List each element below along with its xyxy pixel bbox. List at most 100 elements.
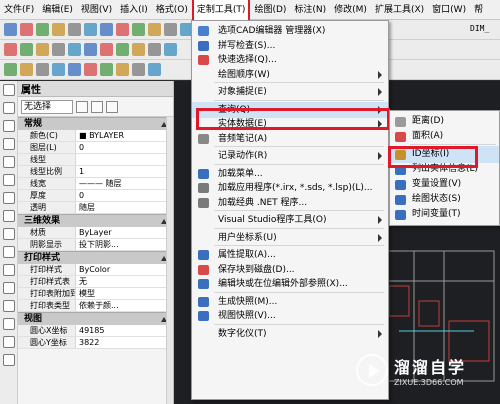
menu-1[interactable]: 编辑(E) [38, 0, 77, 20]
toolbar-button-icon[interactable] [132, 63, 145, 76]
menu-item[interactable]: Visual Studio程序工具(O) [192, 212, 388, 228]
draw-tool-icon[interactable] [3, 120, 15, 132]
group-header[interactable]: 三维效果 [18, 214, 173, 227]
toolbar-button-icon[interactable] [116, 43, 129, 56]
menu-item[interactable]: 编辑块或在位编辑外部参照(X)... [192, 276, 388, 292]
toolbar-button-icon[interactable] [52, 63, 65, 76]
menu-item[interactable]: 加载经典 .NET 程序... [192, 195, 388, 211]
draw-tool-icon[interactable] [3, 246, 15, 258]
draw-tool-icon[interactable] [3, 156, 15, 168]
select-objects-icon[interactable] [91, 100, 103, 113]
submenu-item[interactable]: 时间变量(T) [390, 206, 499, 223]
toolbar-button-icon[interactable] [116, 63, 129, 76]
group-header[interactable]: 常规 [18, 117, 173, 130]
property-row[interactable]: 阴影显示 投下阴影... [18, 239, 173, 251]
menu-3[interactable]: 插入(I) [116, 0, 152, 20]
panel-scrollbar[interactable] [166, 117, 173, 404]
property-row[interactable]: 打印样式表无 [18, 276, 173, 288]
toolbar-button-icon[interactable] [164, 23, 177, 36]
toolbar-button-icon[interactable] [84, 23, 97, 36]
toolbar-button-icon[interactable] [164, 43, 177, 56]
menu-4[interactable]: 格式(O) [152, 0, 192, 20]
group-header[interactable]: 视图 [18, 312, 173, 325]
menu-10[interactable]: 窗口(W) [428, 0, 470, 20]
group-header[interactable]: 打印样式 [18, 251, 173, 264]
property-row[interactable]: 图层(L) 0 [18, 142, 173, 154]
toolbar-button-icon[interactable] [68, 63, 81, 76]
toolbar-button-icon[interactable] [36, 63, 49, 76]
toggle-pickadd-icon[interactable] [76, 100, 88, 113]
menu-item[interactable]: 视图快照(V)... [192, 308, 388, 324]
menu-item[interactable]: 对象捕捉(E) [192, 84, 388, 100]
toolbar-button-icon[interactable] [4, 63, 17, 76]
toolbar-button-icon[interactable] [52, 43, 65, 56]
property-row[interactable]: 打印样式 ByColor [18, 264, 173, 276]
draw-tool-icon[interactable] [3, 102, 15, 114]
property-row[interactable]: 打印表类型 依赖于颜... [18, 300, 173, 312]
draw-tool-icon[interactable] [3, 318, 15, 330]
property-row[interactable]: 打印表附加到 模型 [18, 288, 173, 300]
menu-8[interactable]: 修改(M) [330, 0, 371, 20]
menu-0[interactable]: 文件(F) [0, 0, 38, 20]
toolbar-button-icon[interactable] [132, 43, 145, 56]
quick-select-icon[interactable] [106, 100, 118, 113]
draw-tool-icon[interactable] [3, 336, 15, 348]
property-value[interactable]: ■ BYLAYER [76, 130, 173, 141]
property-value[interactable]: 3822 [76, 337, 173, 348]
menu-6[interactable]: 绘图(D) [250, 0, 290, 20]
toolbar-button-icon[interactable] [148, 43, 161, 56]
draw-tool-icon[interactable] [3, 354, 15, 366]
property-row[interactable]: 线型 [18, 154, 173, 166]
menu-item[interactable]: 数字化仪(T) [192, 326, 388, 342]
property-row[interactable]: 厚度 0 [18, 190, 173, 202]
draw-tool-icon[interactable] [3, 138, 15, 150]
menu-item[interactable]: 绘图顺序(W) [192, 67, 388, 83]
draw-tool-icon[interactable] [3, 264, 15, 276]
draw-tool-icon[interactable] [3, 282, 15, 294]
property-row[interactable]: 颜色(C) ■ BYLAYER [18, 130, 173, 142]
menu-11[interactable]: 帮 [470, 0, 487, 20]
menu-item[interactable]: 用户坐标系(U) [192, 230, 388, 246]
draw-tool-icon[interactable] [3, 192, 15, 204]
property-row[interactable]: 材质 ByLayer [18, 227, 173, 239]
property-value[interactable]: 无 [76, 276, 173, 287]
draw-tool-icon[interactable] [3, 210, 15, 222]
menu-7[interactable]: 标注(N) [290, 0, 330, 20]
property-value[interactable]: ByLayer [76, 227, 173, 238]
toolbar-button-icon[interactable] [4, 43, 17, 56]
property-value[interactable]: 1 [76, 166, 173, 177]
property-value[interactable]: 随层 [76, 202, 173, 213]
property-value[interactable]: 投下阴影... [76, 239, 173, 250]
dimstyle-field[interactable]: DIM_ [470, 24, 489, 33]
draw-tool-icon[interactable] [3, 84, 15, 96]
property-value[interactable]: 依赖于颜... [76, 300, 173, 311]
toolbar-button-icon[interactable] [68, 23, 81, 36]
toolbar-button-icon[interactable] [20, 63, 33, 76]
property-value[interactable]: 0 [76, 142, 173, 153]
property-value[interactable]: 0 [76, 190, 173, 201]
property-value[interactable]: ——— 随层 [76, 178, 173, 189]
toolbar-button-icon[interactable] [100, 43, 113, 56]
draw-tool-icon[interactable] [3, 300, 15, 312]
submenu-item[interactable]: 面积(A) [390, 128, 499, 145]
property-value[interactable]: 49185 [76, 325, 173, 336]
toolbar-button-icon[interactable] [68, 43, 81, 56]
toolbar-button-icon[interactable] [148, 63, 161, 76]
selection-dropdown[interactable]: 无选择 [21, 99, 73, 114]
property-row[interactable]: 透明 随层 [18, 202, 173, 214]
toolbar-button-icon[interactable] [36, 43, 49, 56]
menu-9[interactable]: 扩展工具(X) [371, 0, 428, 20]
toolbar-button-icon[interactable] [116, 23, 129, 36]
toolbar-button-icon[interactable] [100, 63, 113, 76]
menu-5[interactable]: 定制工具(T) [191, 0, 251, 22]
draw-tool-icon[interactable] [3, 174, 15, 186]
property-row[interactable]: 线型比例 1 [18, 166, 173, 178]
property-value[interactable]: 模型 [76, 288, 173, 299]
toolbar-button-icon[interactable] [148, 23, 161, 36]
toolbar-button-icon[interactable] [52, 23, 65, 36]
property-row[interactable]: 圆心Y坐标 3822 [18, 337, 173, 349]
menu-item[interactable]: 记录动作(R) [192, 148, 388, 164]
property-row[interactable]: 圆心X坐标 49185 [18, 325, 173, 337]
toolbar-button-icon[interactable] [36, 23, 49, 36]
toolbar-button-icon[interactable] [84, 63, 97, 76]
